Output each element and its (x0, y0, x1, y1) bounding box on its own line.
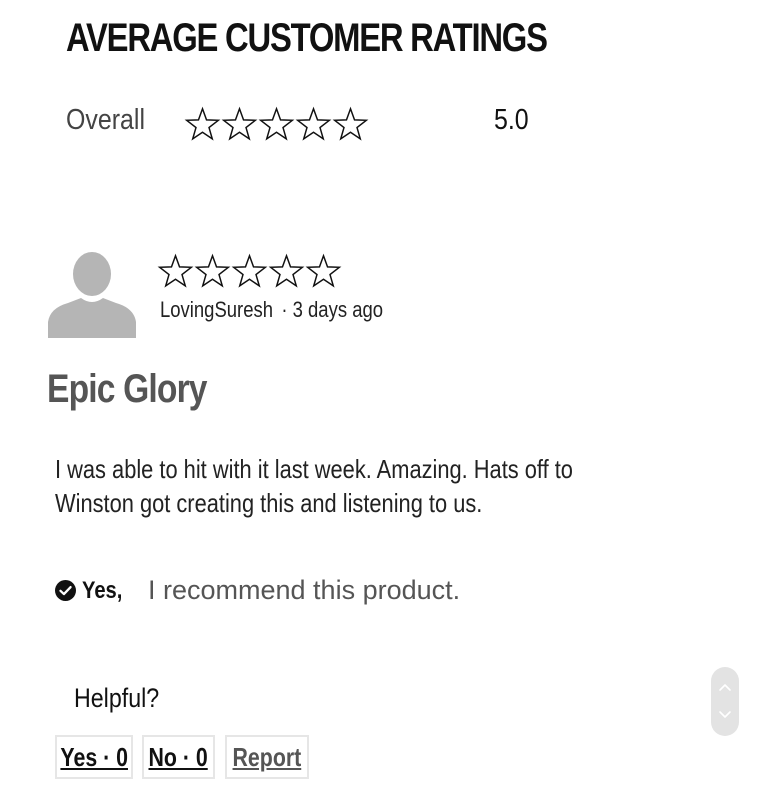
review-author: LovingSuresh (160, 297, 274, 322)
meta-separator: · (281, 297, 288, 322)
review-body: I was able to hit with it last week. Ama… (55, 454, 573, 518)
overall-rating-stars (184, 106, 369, 143)
star-icon (221, 106, 258, 141)
review-meta: LovingSuresh · 3 days ago (160, 297, 383, 323)
star-icon (157, 253, 194, 288)
review-title: Epic Glory (47, 367, 207, 411)
star-icon (194, 253, 231, 288)
user-avatar-icon (48, 252, 136, 338)
star-icon (231, 253, 268, 288)
chevron-up-icon[interactable] (718, 681, 732, 695)
scroll-control[interactable] (711, 667, 739, 736)
star-icon (184, 106, 221, 141)
recommendation: Yes, I recommend this product. (55, 575, 460, 606)
recommend-text: I recommend this product. (148, 575, 461, 605)
star-icon (295, 106, 332, 141)
report-button[interactable]: Report (225, 735, 309, 779)
recommend-yes: Yes, (82, 576, 123, 604)
review-rating-stars (157, 253, 342, 290)
chevron-down-icon[interactable] (718, 707, 732, 721)
helpful-yes-button[interactable]: Yes · 0 (55, 735, 133, 779)
star-icon (258, 106, 295, 141)
helpful-label: Helpful? (74, 683, 160, 713)
star-icon (305, 253, 342, 288)
helpful-no-button[interactable]: No · 0 (142, 735, 215, 779)
helpful-no-label: No · 0 (148, 741, 209, 772)
overall-score: 5.0 (494, 104, 529, 136)
star-icon (268, 253, 305, 288)
star-icon (332, 106, 369, 141)
review-time: 3 days ago (292, 297, 384, 322)
check-circle-icon (55, 580, 76, 601)
overall-label: Overall (66, 104, 145, 136)
helpful-yes-label: Yes · 0 (60, 741, 128, 772)
ratings-title: AVERAGE CUSTOMER RATINGS (66, 16, 548, 60)
report-label: Report (232, 741, 302, 772)
